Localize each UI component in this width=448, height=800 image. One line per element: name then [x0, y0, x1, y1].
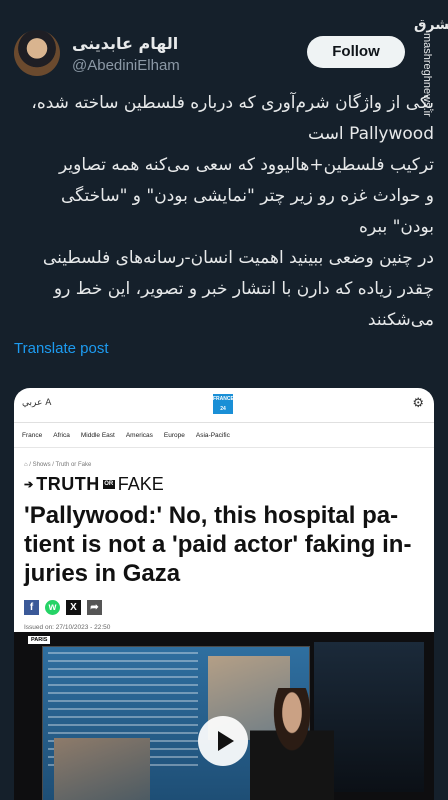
- issued-date: Issued on: 27/10/2023 - 22:50: [24, 624, 111, 631]
- share-bar: f w X ➦: [24, 600, 424, 615]
- post-line: بودن" ببره: [359, 217, 434, 237]
- nav-item: Americas: [125, 431, 153, 439]
- x-icon: X: [66, 600, 81, 615]
- post-line: ترکیب فلسطین+هالیوود که سعی می‌کنه همه ت…: [59, 155, 434, 175]
- nav-item: France: [22, 431, 43, 439]
- nav-item: Africa: [53, 431, 70, 439]
- post-line: یکی از واژگان شرم‌آوری که درباره فلسطین …: [31, 93, 434, 113]
- post-line: Pallywood است: [308, 124, 434, 144]
- post-line: و حوادث غزه رو زیر چتر "نمایشی بودن" و "…: [60, 186, 434, 206]
- post-line: چقدر زیاده که دارن با انتشار خبر و تصویر…: [53, 279, 434, 299]
- nav-item: Middle East: [80, 431, 115, 439]
- site-nav: France Africa Middle East Americas Europ…: [14, 423, 434, 448]
- site-header: عربي A FRANCE 24 ⚙: [14, 388, 434, 423]
- author-block: الهام عابدینی @AbediniElham: [72, 34, 272, 74]
- post-line: می‌شکنند: [367, 310, 434, 330]
- truth-or-fake-logo: ➔ TRUTH OR FAKE: [24, 474, 424, 495]
- arrow-icon: ➔: [24, 479, 34, 491]
- share-icon: ➦: [87, 600, 102, 615]
- breadcrumb: ⌂ / Shows / Truth or Fake: [24, 462, 92, 468]
- article-headline: 'Pallywood:' No, this hospital pa-tient …: [24, 502, 412, 587]
- whatsapp-icon: w: [45, 600, 60, 615]
- france24-logo: FRANCE 24: [213, 394, 234, 414]
- author-name[interactable]: الهام عابدینی: [72, 34, 272, 53]
- post-line: در چنین وضعی ببینید اهمیت انسان-رسانه‌ها…: [42, 248, 434, 268]
- play-icon: [218, 731, 234, 751]
- facebook-icon: f: [24, 600, 39, 615]
- media-card[interactable]: عربي A FRANCE 24 ⚙ France Africa Middle …: [14, 388, 434, 800]
- fake-label: FAKE: [117, 474, 164, 494]
- nav-item: Europe: [163, 431, 185, 439]
- video-location-tag: PARIS: [28, 636, 51, 644]
- follow-button[interactable]: Follow: [307, 36, 405, 68]
- truth-label: TRUTH: [36, 474, 100, 494]
- post-text: یکی از واژگان شرم‌آوری که درباره فلسطین …: [14, 88, 434, 336]
- translate-post-link[interactable]: Translate post: [14, 340, 109, 357]
- play-button[interactable]: [198, 716, 248, 766]
- language-switch: عربي A: [22, 398, 52, 408]
- or-label: OR: [102, 480, 115, 489]
- author-handle[interactable]: @AbediniElham: [72, 57, 272, 74]
- video-photo: [54, 738, 150, 800]
- nav-item: Asia-Pacific: [195, 431, 230, 439]
- video-player[interactable]: PARIS: [14, 632, 434, 800]
- avatar[interactable]: [14, 30, 60, 76]
- presenter: [250, 688, 334, 800]
- gear-icon: ⚙: [412, 396, 424, 411]
